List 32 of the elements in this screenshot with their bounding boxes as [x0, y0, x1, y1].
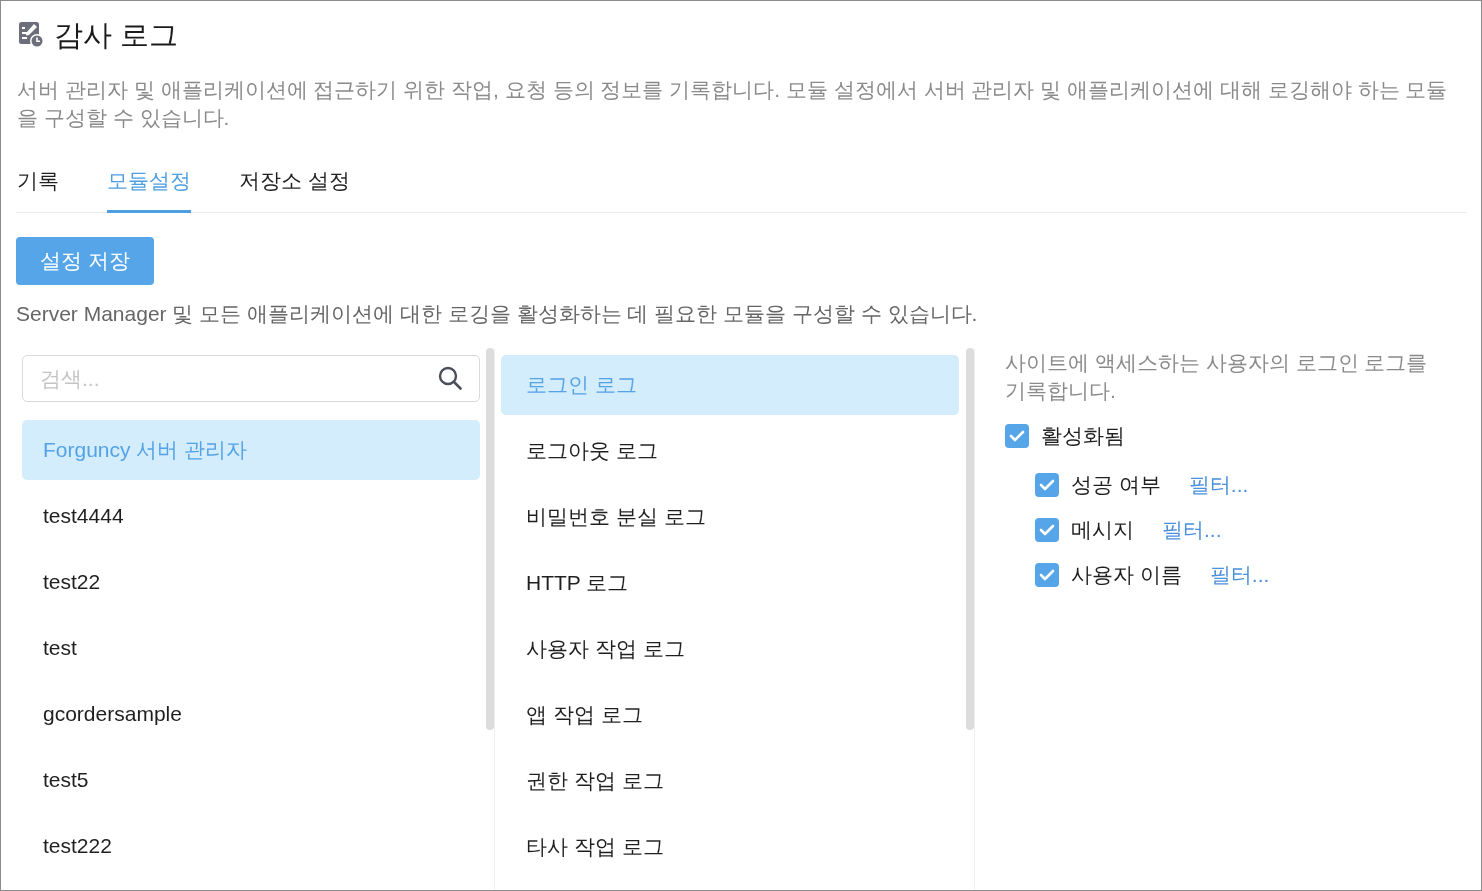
- checkbox[interactable]: [1035, 563, 1059, 587]
- search-field[interactable]: 검색...: [22, 355, 480, 402]
- module-item[interactable]: 로그아웃 로그: [501, 421, 959, 481]
- application-item[interactable]: test5: [22, 750, 480, 810]
- page-description: 서버 관리자 및 애플리케이션에 접근하기 위한 작업, 요청 등의 정보를 기록합니다. 모듈 설정에서 서버 관리자 및 애플리케이션에 대해 로깅해야 하는 모듈을 구성할 수 있습니다.: [17, 77, 1449, 131]
- checkbox-label: 성공 여부: [1071, 472, 1161, 498]
- module-description: 사이트에 액세스하는 사용자의 로그인 로그를 기록합니다.: [1005, 350, 1429, 404]
- scrollbar-thumb[interactable]: [486, 348, 494, 730]
- checkbox-label: 사용자 이름: [1071, 562, 1182, 588]
- hint-text: Server Manager 및 모든 애플리케이션에 대한 로깅을 활성화하는 데 필요한 모듈을 구성할 수 있습니다.: [16, 301, 979, 327]
- application-item[interactable]: gcordersample: [22, 684, 480, 744]
- page-title: 감사 로그: [54, 18, 179, 53]
- tab[interactable]: 기록: [17, 150, 59, 213]
- module-item[interactable]: 권한 작업 로그: [501, 751, 959, 811]
- scrollbar-thumb[interactable]: [966, 348, 974, 730]
- module-item[interactable]: 비밀번호 분실 로그: [501, 487, 959, 547]
- checkbox-label: 메시지: [1071, 517, 1134, 543]
- application-item[interactable]: test4444: [22, 486, 480, 546]
- checkbox-label: 활성화됨: [1041, 423, 1125, 449]
- application-item[interactable]: test222: [22, 816, 480, 876]
- checkbox[interactable]: [1035, 518, 1059, 542]
- module-item[interactable]: 사용자 작업 로그: [501, 619, 959, 679]
- checkbox[interactable]: [1005, 424, 1029, 448]
- module-item[interactable]: 앱 작업 로그: [501, 685, 959, 745]
- module-item[interactable]: HTTP 로그: [501, 553, 959, 613]
- application-item[interactable]: test22: [22, 552, 480, 612]
- application-item[interactable]: test: [22, 618, 480, 678]
- checkbox[interactable]: [1035, 473, 1059, 497]
- module-item[interactable]: 타사 작업 로그: [501, 817, 959, 877]
- search-icon[interactable]: [438, 366, 462, 390]
- tab[interactable]: 저장소 설정: [239, 150, 350, 213]
- document-clock-icon: [19, 22, 44, 48]
